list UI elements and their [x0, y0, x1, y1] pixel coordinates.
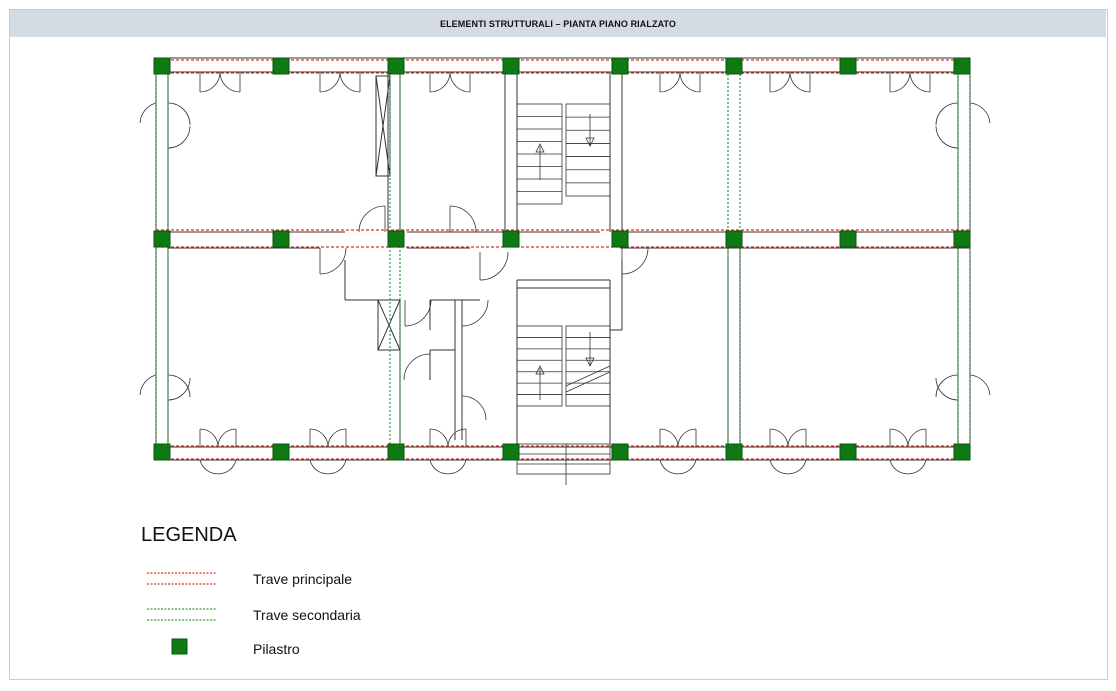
pillar [611, 443, 629, 461]
window-arc [677, 428, 697, 448]
window-arc [889, 71, 911, 93]
window-arc [199, 428, 219, 448]
window-ext-arc [309, 459, 329, 475]
pillar [502, 230, 520, 248]
stair-arrow-up [535, 143, 545, 180]
door-arc [621, 247, 649, 275]
legend-symbol-pillar [171, 638, 188, 655]
window-arc [889, 428, 909, 448]
window-arc [199, 71, 221, 93]
legend-symbol-main-beam [147, 572, 216, 585]
secondary-beams [155, 62, 971, 456]
window-arc [789, 71, 811, 93]
window-arc [309, 428, 329, 448]
side-window-arc [935, 102, 959, 126]
pillar [387, 57, 405, 75]
door-arc [449, 205, 477, 233]
window-arc [217, 428, 237, 448]
elevator-cross [377, 299, 401, 351]
doors [139, 71, 991, 475]
window-arc [319, 71, 341, 93]
pillar [387, 443, 405, 461]
window-ext-arc [659, 459, 679, 475]
window-arc [219, 71, 241, 93]
pillar [272, 57, 290, 75]
legend-label-pillar: Pilastro [253, 641, 300, 657]
side-window-arc [935, 374, 959, 398]
window-arc [679, 71, 701, 93]
window-arc [659, 71, 681, 93]
window-ext-arc [769, 459, 789, 475]
window-ext-arc [429, 459, 449, 475]
window-ext-arc [217, 459, 237, 475]
pillar [153, 443, 171, 461]
pillar [153, 57, 171, 75]
pillar [387, 230, 405, 248]
window-arc [327, 428, 347, 448]
window-arc [339, 71, 361, 93]
door-arc [403, 353, 431, 381]
window-arc [429, 71, 451, 93]
pillar [502, 443, 520, 461]
legend-title: LEGENDA [141, 524, 237, 546]
stair-flight [516, 325, 563, 407]
window-ext-arc [677, 459, 697, 475]
window-arc [429, 428, 449, 448]
window-arc [447, 428, 467, 448]
pillar [953, 443, 971, 461]
side-window-arc [935, 377, 959, 401]
pillar [725, 57, 743, 75]
legend-label-secondary-beam: Trave secondaria [253, 607, 361, 623]
pillar [611, 57, 629, 75]
door-arc [461, 299, 489, 327]
side-window-arc [167, 374, 191, 398]
legend-label-main-beam: Trave principale [253, 571, 353, 587]
window-ext-arc [889, 459, 909, 475]
side-window-arc [167, 377, 191, 401]
walls [155, 57, 971, 461]
window-arc [449, 71, 471, 93]
side-window-arc [969, 102, 991, 124]
window-ext-arc [787, 459, 807, 475]
pillar [272, 443, 290, 461]
window-arc [659, 428, 679, 448]
window-arc [769, 428, 789, 448]
stair-flight [565, 325, 611, 407]
pillar [953, 230, 971, 248]
pillar [839, 57, 857, 75]
side-window-arc [139, 102, 157, 124]
door-arc [461, 395, 487, 421]
pillar [839, 443, 857, 461]
main-beams [156, 59, 970, 460]
stairs [516, 103, 611, 485]
pillar [953, 57, 971, 75]
window-ext-arc [327, 459, 347, 475]
door-arc [404, 299, 432, 327]
window-arc [769, 71, 791, 93]
pillar [272, 230, 290, 248]
window-arc [787, 428, 807, 448]
window-arc [909, 71, 931, 93]
legend-symbol-secondary-beam [147, 608, 216, 621]
pillar [725, 443, 743, 461]
window-arc [907, 428, 927, 448]
door-arc [479, 251, 509, 281]
side-window-arc [167, 125, 191, 149]
pillar [611, 230, 629, 248]
stair-break [565, 365, 611, 393]
side-window-arc [935, 125, 959, 149]
door-arc [319, 247, 347, 275]
window-ext-arc [199, 459, 219, 475]
side-window-arc [139, 374, 157, 396]
stair-flight [565, 103, 611, 197]
window-ext-arc [907, 459, 927, 475]
side-window-arc [167, 102, 191, 126]
door-arc [358, 205, 386, 233]
pillar [839, 230, 857, 248]
pillar [725, 230, 743, 248]
side-window-arc [969, 374, 991, 396]
pillar [502, 57, 520, 75]
pillar [153, 230, 171, 248]
window-ext-arc [447, 459, 467, 475]
